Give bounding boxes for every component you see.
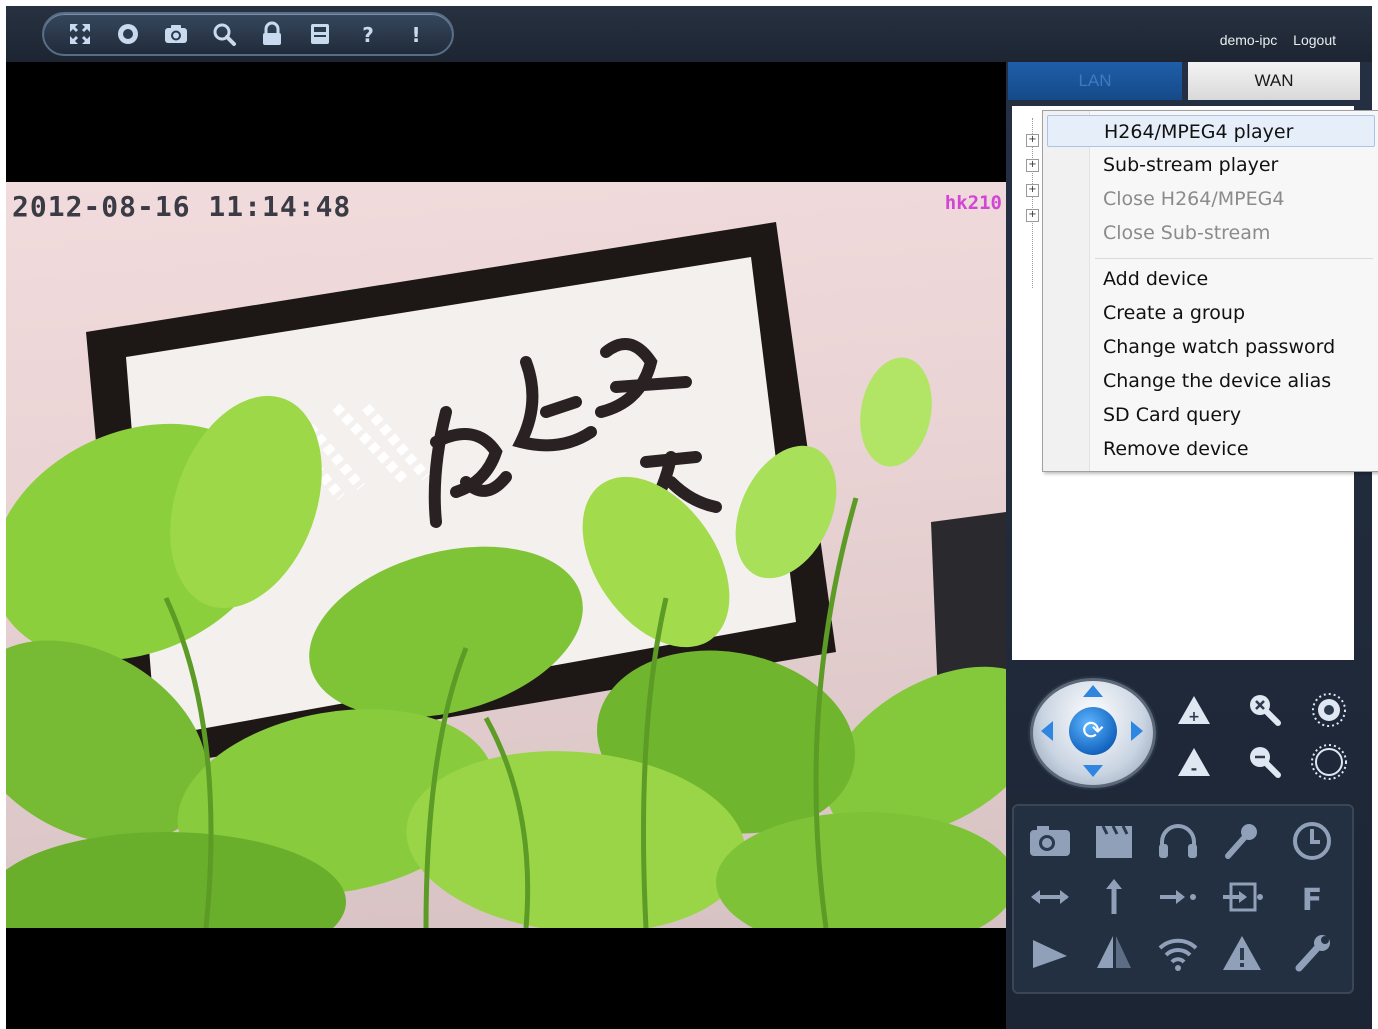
svg-text:+: + <box>1188 709 1200 725</box>
toolbar-button-group: ? ! <box>42 12 454 56</box>
ptz-right-icon[interactable] <box>1131 721 1143 741</box>
vertical-patrol-icon[interactable] <box>1086 872 1142 922</box>
info-icon[interactable]: ! <box>401 19 431 49</box>
iris-open-icon[interactable] <box>1307 688 1351 732</box>
wifi-icon[interactable] <box>1150 928 1206 978</box>
horizontal-patrol-icon[interactable] <box>1022 872 1078 922</box>
menu-item-change-alias[interactable]: Change the device alias <box>1047 365 1375 397</box>
camera-feed-image: 2012-08-16 11:14:48 hk210 <box>6 182 1006 928</box>
zoom-out-icon[interactable] <box>1242 740 1286 784</box>
iris-close-icon[interactable] <box>1307 740 1351 784</box>
function-buttons: F <box>1012 804 1354 994</box>
tree-expand-icon[interactable]: + <box>1026 159 1039 172</box>
tab-lan[interactable]: LAN <box>1008 62 1182 100</box>
tree-expand-icon[interactable]: + <box>1026 134 1039 147</box>
menu-item-change-password[interactable]: Change watch password <box>1047 331 1375 363</box>
microphone-icon[interactable] <box>1214 816 1270 866</box>
storage-icon[interactable] <box>305 19 335 49</box>
logout-link[interactable]: Logout <box>1293 32 1336 48</box>
top-toolbar: ? ! demo-ipc Logout <box>6 6 1372 62</box>
username-label: demo-ipc <box>1219 32 1278 48</box>
sail-icon[interactable] <box>1086 928 1142 978</box>
zoom-in-icon[interactable] <box>1242 688 1286 732</box>
ptz-down-icon[interactable] <box>1083 765 1103 777</box>
input-output-icon[interactable] <box>1214 872 1270 922</box>
tree-expand-icon[interactable]: + <box>1026 184 1039 197</box>
tab-wan[interactable]: WAN <box>1188 62 1360 100</box>
network-tabs: LAN WAN <box>1008 62 1362 102</box>
camera-snapshot-icon[interactable] <box>1022 816 1078 866</box>
osd-timestamp: 2012-08-16 11:14:48 <box>12 190 352 223</box>
mirror-icon[interactable] <box>1022 928 1078 978</box>
focus-near-icon[interactable]: + <box>1172 688 1216 732</box>
video-viewport[interactable]: 2012-08-16 11:14:48 hk210 <box>6 62 1006 1029</box>
lock-icon[interactable] <box>257 19 287 49</box>
flip-icon[interactable]: F <box>1284 872 1340 922</box>
ptz-up-icon[interactable] <box>1083 685 1103 697</box>
svg-text:-: - <box>1191 759 1198 778</box>
alarm-icon[interactable] <box>1214 928 1270 978</box>
preset-go-icon[interactable] <box>1150 872 1206 922</box>
menu-item-create-group[interactable]: Create a group <box>1047 297 1375 329</box>
headphones-icon[interactable] <box>1150 816 1206 866</box>
help-icon[interactable]: ? <box>353 19 383 49</box>
osd-camera-label: hk210 <box>944 192 1002 214</box>
menu-item-substream-player[interactable]: Sub-stream player <box>1047 149 1375 181</box>
ptz-controls: ⟳ + - <box>1012 668 1358 798</box>
ptz-left-icon[interactable] <box>1041 721 1053 741</box>
menu-item-sd-card-query[interactable]: SD Card query <box>1047 399 1375 431</box>
power-timer-icon[interactable] <box>1284 816 1340 866</box>
fullscreen-icon[interactable] <box>65 19 95 49</box>
snapshot-icon[interactable] <box>161 19 191 49</box>
menu-separator <box>1095 258 1373 259</box>
record-icon[interactable] <box>113 19 143 49</box>
device-context-menu: H264/MPEG4 player Sub-stream player Clos… <box>1042 110 1378 472</box>
focus-far-icon[interactable]: - <box>1172 740 1216 784</box>
user-info: demo-ipc Logout <box>1208 32 1336 48</box>
menu-item-remove-device[interactable]: Remove device <box>1047 433 1375 465</box>
search-icon[interactable] <box>209 19 239 49</box>
menu-item-add-device[interactable]: Add device <box>1047 263 1375 295</box>
svg-text:!: ! <box>411 23 420 47</box>
tree-expand-icon[interactable]: + <box>1026 209 1039 222</box>
svg-text:?: ? <box>362 23 374 47</box>
camera-client-window: ? ! demo-ipc Logout 2012-08-16 11:14:48 … <box>6 6 1378 1029</box>
ptz-center-icon[interactable]: ⟳ <box>1069 707 1117 755</box>
clapperboard-record-icon[interactable] <box>1086 816 1142 866</box>
menu-item-close-substream[interactable]: Close Sub-stream <box>1047 217 1375 249</box>
ptz-joystick[interactable]: ⟳ <box>1030 678 1156 788</box>
svg-text:F: F <box>1302 883 1323 918</box>
menu-item-close-h264[interactable]: Close H264/MPEG4 <box>1047 183 1375 215</box>
settings-wrench-icon[interactable] <box>1284 928 1340 978</box>
menu-item-h264-player[interactable]: H264/MPEG4 player <box>1047 115 1375 147</box>
